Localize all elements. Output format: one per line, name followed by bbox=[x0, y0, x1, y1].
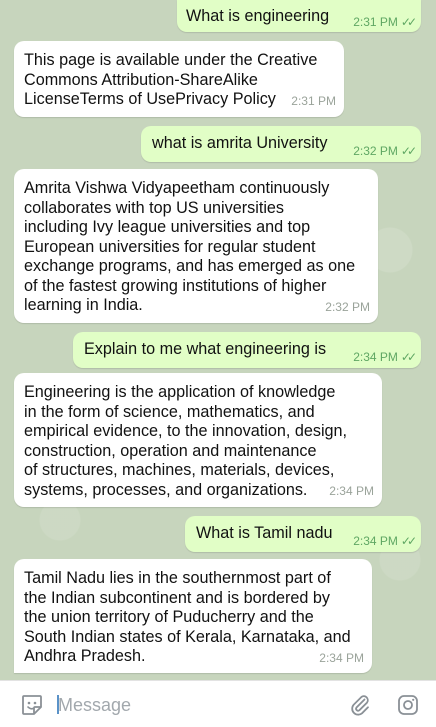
time-label: 2:34 PM bbox=[353, 534, 398, 548]
message-text: What is engineering bbox=[186, 7, 330, 25]
message-time: 2:34 PM ✓✓ bbox=[353, 348, 417, 368]
double-check-icon: ✓✓ bbox=[400, 144, 417, 158]
message-outgoing[interactable]: What is Tamil nadu 2:34 PM ✓✓ bbox=[185, 516, 421, 552]
message-text: What is Tamil nadu bbox=[196, 524, 333, 542]
chat-area[interactable]: What is engineering 2:31 PM ✓✓ This page … bbox=[0, 0, 436, 680]
time-label: 2:31 PM bbox=[353, 15, 398, 29]
message-text: Explain to me what engineering is bbox=[84, 340, 327, 358]
message-time: 2:34 PM bbox=[319, 650, 364, 665]
message-outgoing[interactable]: Explain to me what engineering is 2:34 P… bbox=[73, 332, 421, 368]
message-input[interactable] bbox=[56, 691, 330, 719]
message-incoming[interactable]: This page is available under the Creativ… bbox=[14, 41, 344, 117]
instagram-camera-icon[interactable] bbox=[396, 693, 420, 717]
message-outgoing[interactable]: What is engineering 2:31 PM ✓✓ bbox=[177, 0, 421, 32]
message-text: Amrita Vishwa Vidyapeetham continuously … bbox=[24, 179, 356, 314]
message-time: 2:34 PM ✓✓ bbox=[353, 532, 417, 552]
message-time: 2:32 PM ✓✓ bbox=[353, 142, 417, 162]
double-check-icon: ✓✓ bbox=[400, 534, 417, 548]
message-incoming[interactable]: Tamil Nadu lies in the southernmost part… bbox=[14, 559, 372, 673]
double-check-icon: ✓✓ bbox=[400, 15, 417, 29]
message-incoming[interactable]: Amrita Vishwa Vidyapeetham continuously … bbox=[14, 169, 378, 323]
time-label: 2:32 PM bbox=[353, 144, 398, 158]
message-composer bbox=[0, 680, 436, 727]
message-text: Engineering is the application of knowle… bbox=[24, 383, 348, 499]
message-text: what is amrita University bbox=[152, 134, 328, 152]
message-time: 2:31 PM ✓✓ bbox=[353, 13, 417, 33]
double-check-icon: ✓✓ bbox=[400, 350, 417, 364]
message-text: Tamil Nadu lies in the southernmost part… bbox=[24, 569, 351, 665]
message-time: 2:32 PM bbox=[325, 299, 370, 314]
time-label: 2:34 PM bbox=[353, 350, 398, 364]
message-outgoing[interactable]: what is amrita University 2:32 PM ✓✓ bbox=[141, 126, 421, 162]
message-time: 2:31 PM bbox=[291, 93, 336, 108]
message-incoming[interactable]: Engineering is the application of knowle… bbox=[14, 373, 382, 507]
message-time: 2:34 PM bbox=[329, 483, 374, 498]
sticker-icon[interactable] bbox=[20, 693, 44, 717]
paperclip-icon[interactable] bbox=[348, 693, 372, 717]
